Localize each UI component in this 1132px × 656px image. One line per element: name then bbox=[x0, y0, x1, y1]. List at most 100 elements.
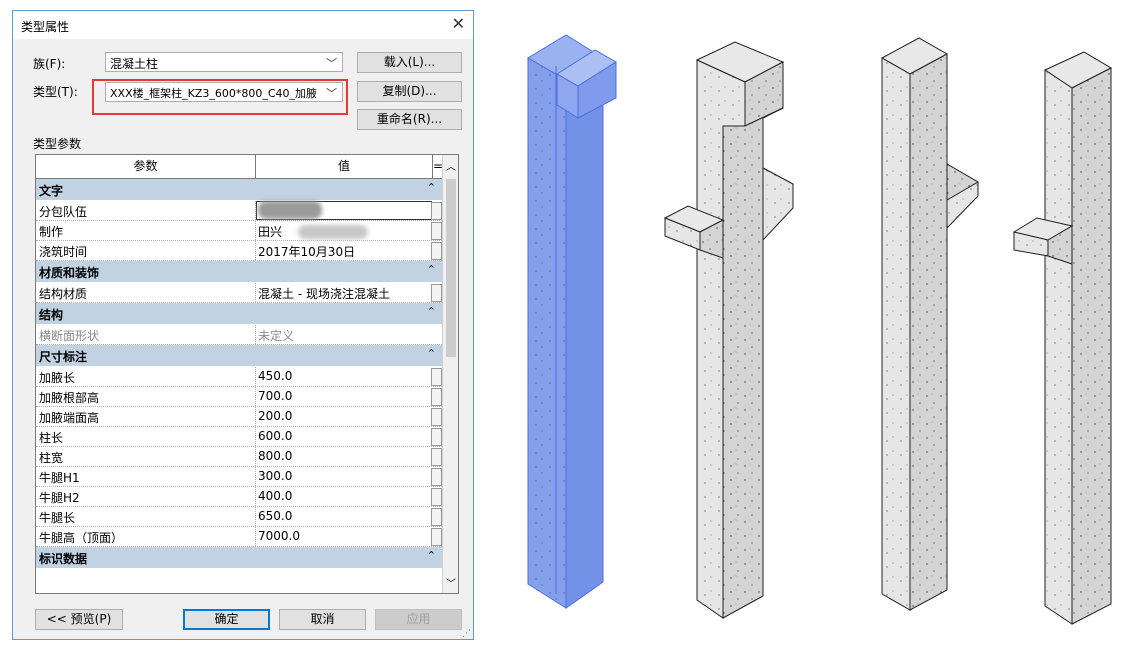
param-row[interactable]: 牛腿H2 400.0 bbox=[36, 487, 442, 507]
param-value[interactable]: 300.0 bbox=[258, 469, 292, 483]
dialog-title: 类型属性 bbox=[21, 20, 70, 34]
param-value[interactable]: 200.0 bbox=[258, 409, 292, 423]
formula-button[interactable] bbox=[431, 448, 442, 466]
cell-divider bbox=[255, 467, 256, 486]
family-select[interactable]: 混凝土柱 ﹀ bbox=[105, 52, 343, 72]
param-value[interactable]: 田兴 bbox=[258, 223, 282, 240]
collapse-icon[interactable]: ⌃ bbox=[427, 305, 436, 318]
param-row[interactable]: 牛腿高（顶面） 7000.0 bbox=[36, 527, 442, 547]
formula-button[interactable] bbox=[431, 242, 442, 260]
param-name: 柱宽 bbox=[39, 451, 64, 465]
param-row[interactable]: 牛腿H1 300.0 bbox=[36, 467, 442, 487]
column-with-corbels[interactable] bbox=[663, 41, 794, 619]
collapse-icon[interactable]: ⌃ bbox=[427, 549, 436, 562]
param-name: 柱长 bbox=[39, 431, 64, 445]
type-properties-dialog: 类型属性 ✕ 族(F): 混凝土柱 ﹀ 载入(L)... 类型(T): XXX楼… bbox=[12, 10, 474, 640]
column-with-haunch[interactable] bbox=[880, 37, 979, 611]
formula-button[interactable] bbox=[431, 508, 442, 526]
param-value[interactable]: 450.0 bbox=[258, 369, 292, 383]
param-value[interactable]: 800.0 bbox=[258, 449, 292, 463]
selected-column[interactable] bbox=[527, 34, 617, 609]
group-header[interactable]: 标识数据 ⌃ bbox=[36, 547, 442, 569]
param-row[interactable]: 加腋端面高 200.0 bbox=[36, 407, 442, 427]
scroll-up-icon[interactable]: ︿ bbox=[446, 158, 456, 173]
type-label: 类型(T): bbox=[33, 85, 78, 99]
formula-button[interactable] bbox=[431, 284, 442, 302]
formula-button[interactable] bbox=[431, 368, 442, 386]
type-highlight-box bbox=[92, 79, 348, 115]
param-row[interactable]: 柱长 600.0 bbox=[36, 427, 442, 447]
resize-grip-icon[interactable]: ⋰ bbox=[462, 629, 471, 639]
cell-divider bbox=[255, 447, 256, 466]
formula-button[interactable] bbox=[431, 408, 442, 426]
equals-column-header[interactable]: = bbox=[433, 155, 443, 178]
preview-button[interactable]: << 预览(P) bbox=[35, 609, 123, 630]
cell-divider bbox=[255, 241, 256, 260]
collapse-icon[interactable]: ⌃ bbox=[427, 181, 436, 194]
param-value[interactable]: 混凝土 - 现场浇注混凝土 bbox=[258, 285, 390, 302]
apply-button[interactable]: 应用 bbox=[375, 609, 462, 630]
param-name: 加腋端面高 bbox=[39, 411, 100, 425]
cell-divider bbox=[255, 527, 256, 546]
param-column-header[interactable]: 参数 bbox=[36, 155, 256, 178]
formula-button[interactable] bbox=[431, 388, 442, 406]
redacted-blur bbox=[298, 225, 368, 239]
group-title: 结构 bbox=[39, 308, 64, 322]
collapse-icon[interactable]: ⌃ bbox=[427, 347, 436, 360]
rename-button[interactable]: 重命名(R)... bbox=[357, 109, 462, 130]
cell-divider bbox=[255, 367, 256, 386]
group-header[interactable]: 尺寸标注 ⌃ bbox=[36, 345, 442, 367]
param-value[interactable]: 2017年10月30日 bbox=[258, 243, 355, 260]
close-icon[interactable]: ✕ bbox=[452, 14, 465, 33]
param-row[interactable]: 柱宽 800.0 bbox=[36, 447, 442, 467]
collapse-icon[interactable]: ⌃ bbox=[427, 263, 436, 276]
param-row[interactable]: 牛腿长 650.0 bbox=[36, 507, 442, 527]
formula-button[interactable] bbox=[431, 488, 442, 506]
cell-divider bbox=[255, 325, 256, 344]
scroll-thumb[interactable] bbox=[446, 179, 456, 357]
cell-divider bbox=[255, 427, 256, 446]
param-row[interactable]: 浇筑时间 2017年10月30日 bbox=[36, 241, 442, 261]
param-value[interactable]: 7000.0 bbox=[258, 529, 300, 543]
load-button[interactable]: 载入(L)... bbox=[357, 52, 462, 73]
formula-button[interactable] bbox=[431, 528, 442, 546]
group-header[interactable]: 文字 ⌃ bbox=[36, 179, 442, 201]
cancel-button[interactable]: 取消 bbox=[279, 609, 366, 630]
formula-button[interactable] bbox=[431, 428, 442, 446]
param-name: 加腋长 bbox=[39, 371, 76, 385]
param-value[interactable]: 600.0 bbox=[258, 429, 292, 443]
param-row[interactable]: 结构材质 混凝土 - 现场浇注混凝土 bbox=[36, 283, 442, 303]
param-value[interactable]: 650.0 bbox=[258, 509, 292, 523]
param-name: 牛腿长 bbox=[39, 511, 76, 525]
grid-header: 参数 值 = bbox=[36, 155, 458, 179]
param-row[interactable]: 横断面形状 未定义 bbox=[36, 325, 442, 345]
param-row[interactable]: 加腋根部高 700.0 bbox=[36, 387, 442, 407]
family-label: 族(F): bbox=[33, 57, 66, 71]
column-with-corbel[interactable] bbox=[1012, 51, 1113, 625]
formula-button[interactable] bbox=[431, 202, 442, 220]
param-row[interactable]: 加腋长 450.0 bbox=[36, 367, 442, 387]
group-header[interactable]: 材质和装饰 ⌃ bbox=[36, 261, 442, 283]
group-title: 标识数据 bbox=[39, 552, 88, 566]
type-params-label: 类型参数 bbox=[33, 137, 82, 151]
formula-button[interactable] bbox=[431, 222, 442, 240]
ok-button[interactable]: 确定 bbox=[183, 609, 270, 630]
parameter-grid: 参数 值 = 文字 ⌃ 分包队伍 制作 田兴 浇筑时间 2017年10月30日 材质和装饰 ⌃ 结… bbox=[35, 154, 459, 594]
param-value[interactable]: 400.0 bbox=[258, 489, 292, 503]
param-value[interactable]: 700.0 bbox=[258, 389, 292, 403]
param-name: 加腋根部高 bbox=[39, 391, 100, 405]
duplicate-button[interactable]: 复制(D)... bbox=[357, 81, 462, 102]
cell-divider bbox=[255, 221, 256, 240]
param-row[interactable]: 制作 田兴 bbox=[36, 221, 442, 241]
group-title: 文字 bbox=[39, 184, 64, 198]
scroll-down-icon[interactable]: ﹀ bbox=[446, 575, 456, 590]
param-value[interactable]: 未定义 bbox=[258, 327, 294, 344]
group-header[interactable]: 结构 ⌃ bbox=[36, 303, 442, 325]
value-column-header[interactable]: 值 bbox=[256, 155, 433, 178]
param-name: 牛腿高（顶面） bbox=[39, 531, 124, 545]
param-name: 结构材质 bbox=[39, 287, 88, 301]
formula-button[interactable] bbox=[431, 468, 442, 486]
param-name: 牛腿H2 bbox=[39, 491, 80, 505]
param-row[interactable]: 分包队伍 bbox=[36, 201, 442, 221]
grid-scrollbar[interactable]: ︿ ﹀ bbox=[442, 155, 458, 593]
